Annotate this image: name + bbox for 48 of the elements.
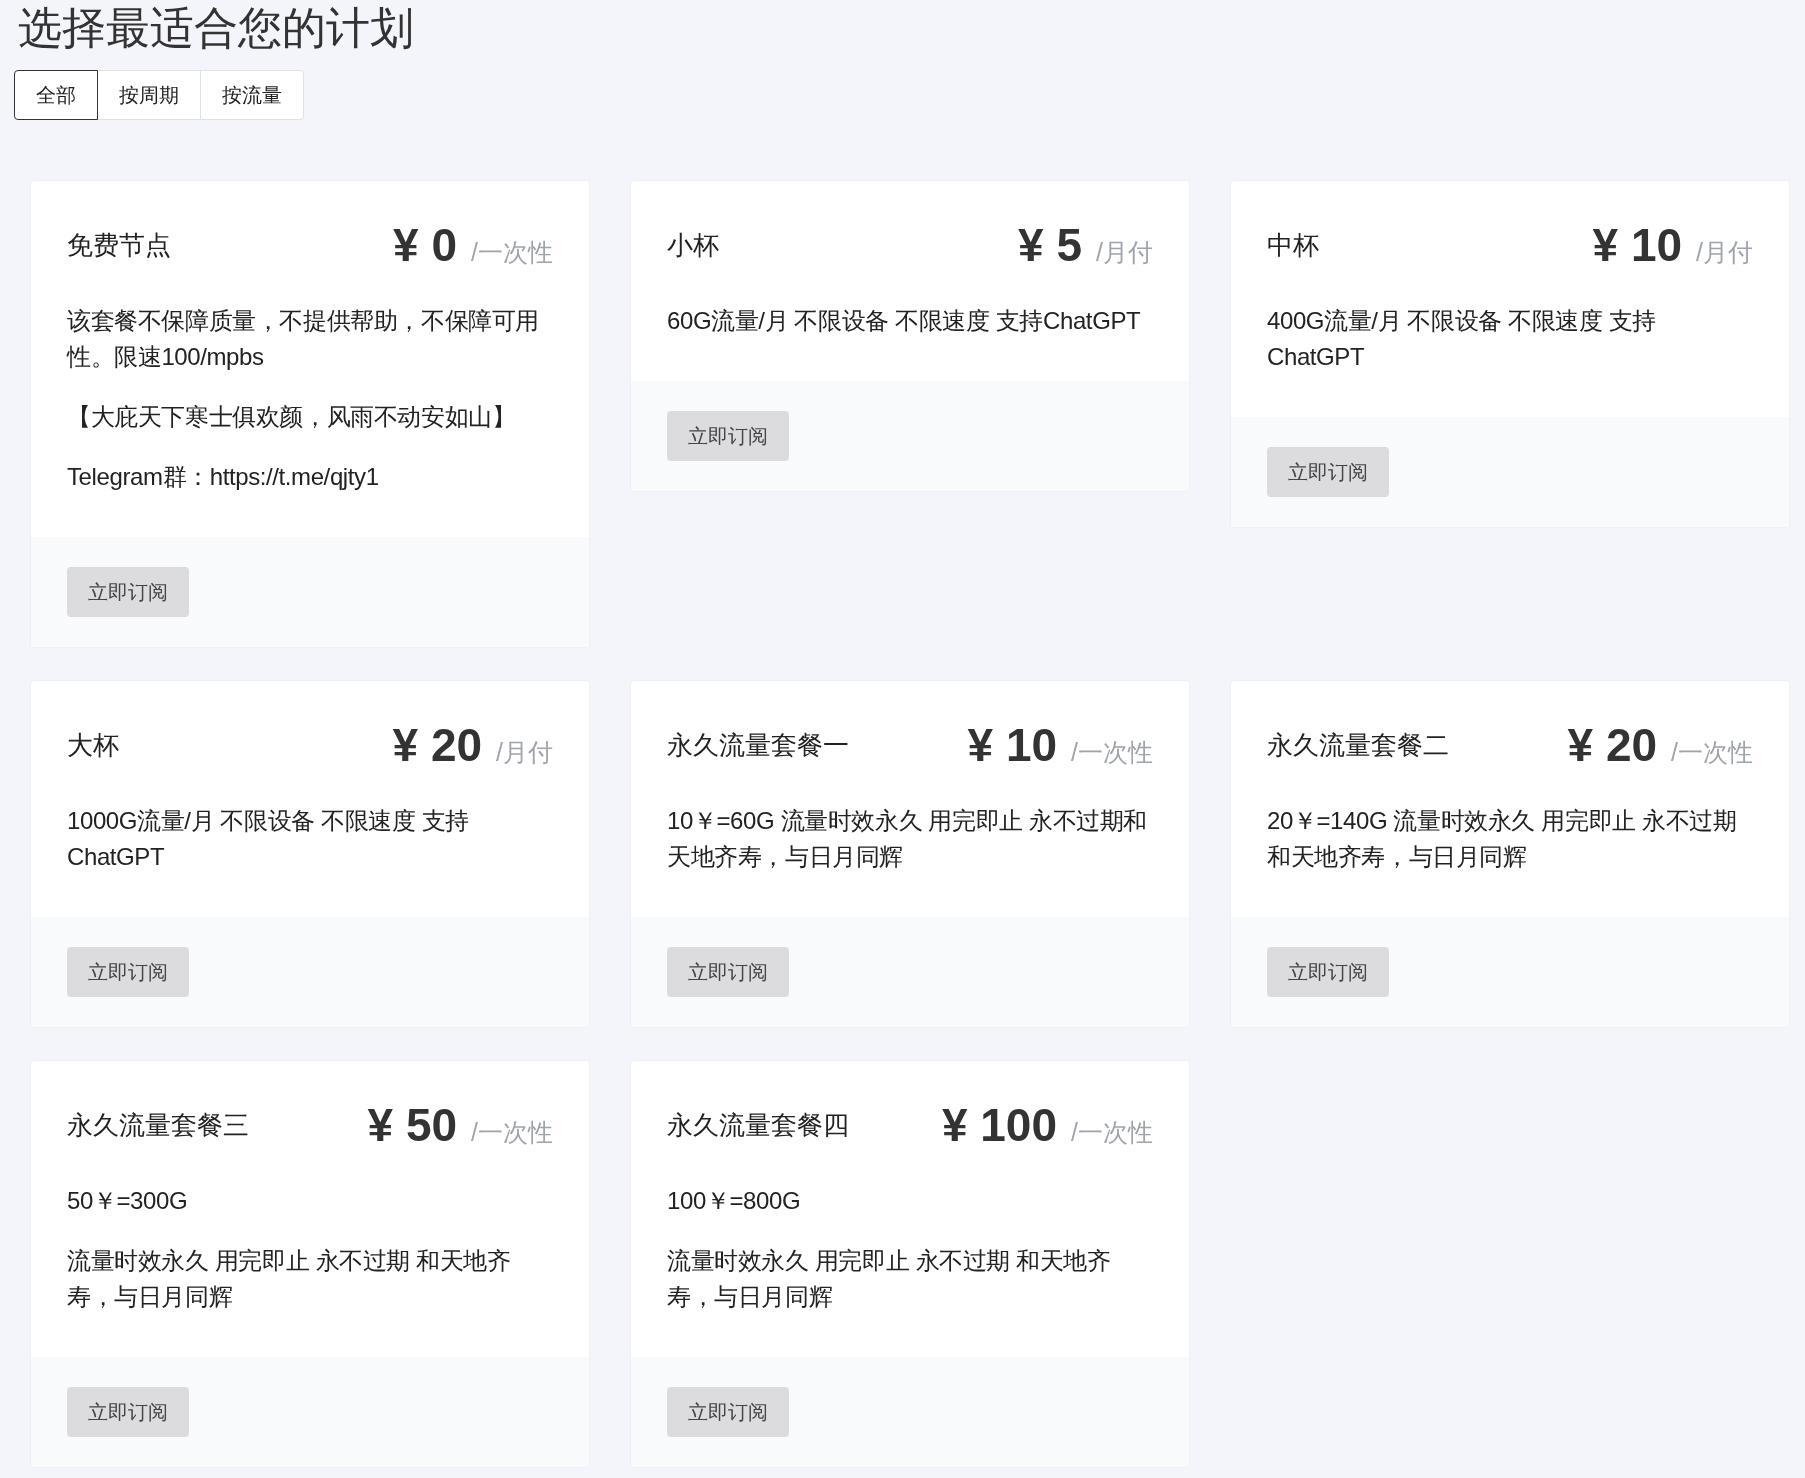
subscribe-button[interactable]: 立即订阅 [67, 1387, 189, 1437]
plan-name: 中杯 [1267, 228, 1319, 262]
plan-description: 20￥=140G 流量时效永久 用完即止 永不过期和天地齐寿，与日月同辉 [1267, 806, 1738, 872]
plan-description: 50￥=300G [67, 1186, 189, 1216]
plan-description: 流量时效永久 用完即止 永不过期 和天地齐寿，与日月同辉 [667, 1246, 1112, 1312]
billing-period: /一次性 [471, 237, 553, 268]
plan-name: 永久流量套餐二 [1267, 728, 1449, 762]
subscribe-button[interactable]: 立即订阅 [667, 1387, 789, 1437]
plan-description: 60G流量/月 不限设备 不限速度 支持ChatGPT [667, 306, 1142, 336]
plan-description: 400G流量/月 不限设备 不限速度 支持ChatGPT [1267, 306, 1657, 372]
plan-price: ¥ 20 [392, 718, 483, 773]
plan-description: 【大庇天下寒士俱欢颜，风雨不动安如山】 [67, 402, 517, 432]
plan-description: 100￥=800G [667, 1186, 802, 1216]
page-title: 选择最适合您的计划 [18, 2, 414, 54]
plan-description: 1000G流量/月 不限设备 不限速度 支持ChatGPT [67, 806, 470, 872]
plan-description: 流量时效永久 用完即止 永不过期 和天地齐寿，与日月同辉 [67, 1246, 512, 1312]
filter-tab[interactable]: 按周期 [97, 70, 201, 120]
plan-name: 免费节点 [67, 228, 171, 262]
billing-period: /月付 [1696, 237, 1753, 268]
plan-price: ¥ 100 [941, 1098, 1058, 1153]
subscribe-button[interactable]: 立即订阅 [1267, 947, 1389, 997]
plan-description: 该套餐不保障质量，不提供帮助，不保障可用性。限速100/mpbs [67, 306, 540, 372]
filter-tab[interactable]: 按流量 [200, 70, 304, 120]
filter-tab[interactable]: 全部 [14, 70, 98, 120]
plan-price: ¥ 10 [967, 718, 1058, 773]
billing-period: /月付 [1096, 237, 1153, 268]
billing-period: /月付 [496, 737, 553, 768]
plan-name: 大杯 [67, 728, 119, 762]
plan-name: 永久流量套餐三 [67, 1108, 249, 1142]
plan-price: ¥ 5 [1018, 218, 1083, 273]
billing-period: /一次性 [1671, 737, 1753, 768]
plan-description: Telegram群：https://t.me/qjty1 [67, 462, 380, 492]
subscribe-button[interactable]: 立即订阅 [67, 947, 189, 997]
plan-price: ¥ 20 [1567, 718, 1658, 773]
plan-name: 永久流量套餐一 [667, 728, 849, 762]
plan-name: 小杯 [667, 228, 719, 262]
subscribe-button[interactable]: 立即订阅 [667, 411, 789, 461]
billing-period: /一次性 [1071, 737, 1153, 768]
billing-period: /一次性 [471, 1117, 553, 1148]
billing-period: /一次性 [1071, 1117, 1153, 1148]
plan-description: 10￥=60G 流量时效永久 用完即止 永不过期和天地齐寿，与日月同辉 [667, 806, 1149, 872]
plan-price: ¥ 0 [393, 218, 458, 273]
subscribe-button[interactable]: 立即订阅 [1267, 447, 1389, 497]
subscribe-button[interactable]: 立即订阅 [67, 567, 189, 617]
plan-price: ¥ 10 [1592, 218, 1683, 273]
subscribe-button[interactable]: 立即订阅 [667, 947, 789, 997]
plan-price: ¥ 50 [367, 1098, 458, 1153]
plan-name: 永久流量套餐四 [667, 1108, 849, 1142]
